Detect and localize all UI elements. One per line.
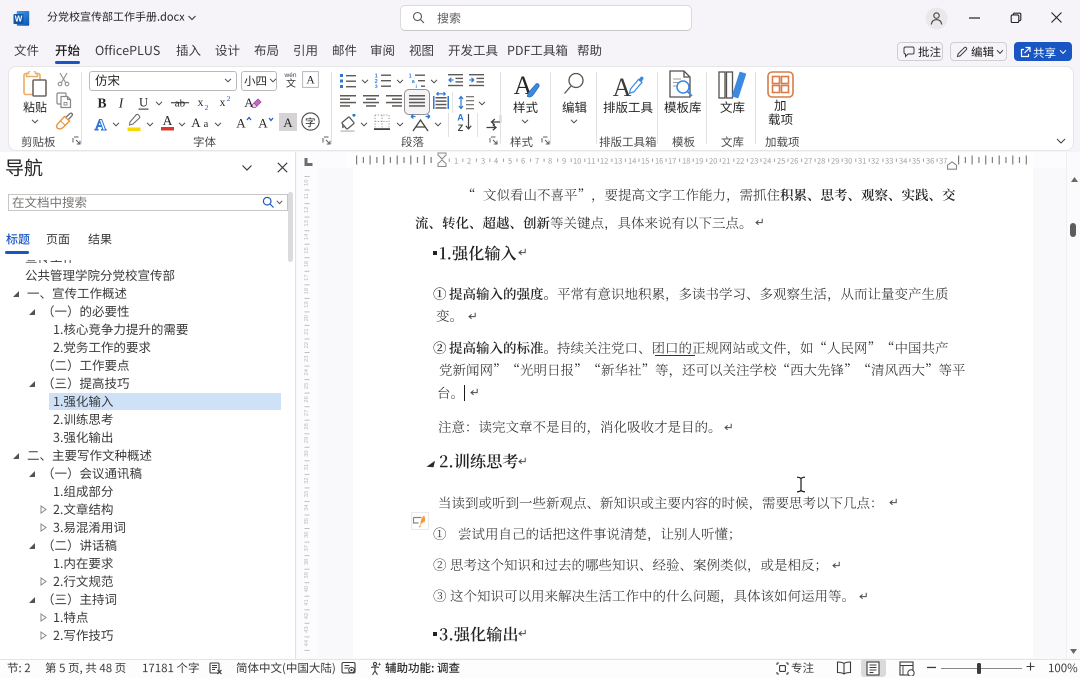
svg-text:44: 44 — [304, 639, 310, 646]
svg-text:25: 25 — [304, 383, 310, 389]
svg-text:43: 43 — [304, 626, 310, 632]
svg-text:17: 17 — [304, 274, 310, 280]
svg-text:34: 34 — [304, 504, 310, 511]
svg-text:29: 29 — [304, 437, 310, 443]
svg-text:41: 41 — [304, 599, 310, 605]
svg-text:27: 27 — [304, 410, 310, 416]
svg-text:22: 22 — [304, 342, 310, 348]
svg-text:10: 10 — [304, 180, 310, 186]
svg-text:42: 42 — [304, 613, 310, 619]
svg-text:15: 15 — [304, 247, 310, 253]
svg-text:37: 37 — [304, 545, 310, 551]
svg-text:26: 26 — [304, 396, 310, 402]
svg-text:20: 20 — [304, 315, 310, 321]
svg-text:38: 38 — [304, 559, 310, 565]
svg-text:11: 11 — [304, 193, 310, 199]
svg-text:21: 21 — [304, 328, 310, 334]
svg-text:28: 28 — [304, 423, 310, 429]
svg-text:30: 30 — [304, 450, 310, 456]
svg-text:23: 23 — [304, 356, 310, 362]
svg-text:31: 31 — [304, 464, 310, 470]
svg-text:18: 18 — [304, 288, 310, 294]
svg-text:16: 16 — [304, 261, 310, 267]
svg-text:36: 36 — [304, 532, 310, 538]
svg-text:14: 14 — [304, 233, 310, 240]
svg-text:33: 33 — [304, 491, 310, 497]
svg-text:13: 13 — [304, 220, 310, 226]
svg-text:32: 32 — [304, 477, 310, 483]
svg-text:12: 12 — [304, 207, 310, 213]
svg-text:35: 35 — [304, 518, 310, 524]
svg-text:24: 24 — [304, 368, 310, 375]
svg-text:40: 40 — [304, 586, 310, 592]
svg-text:39: 39 — [304, 572, 310, 578]
svg-text:19: 19 — [304, 301, 310, 307]
